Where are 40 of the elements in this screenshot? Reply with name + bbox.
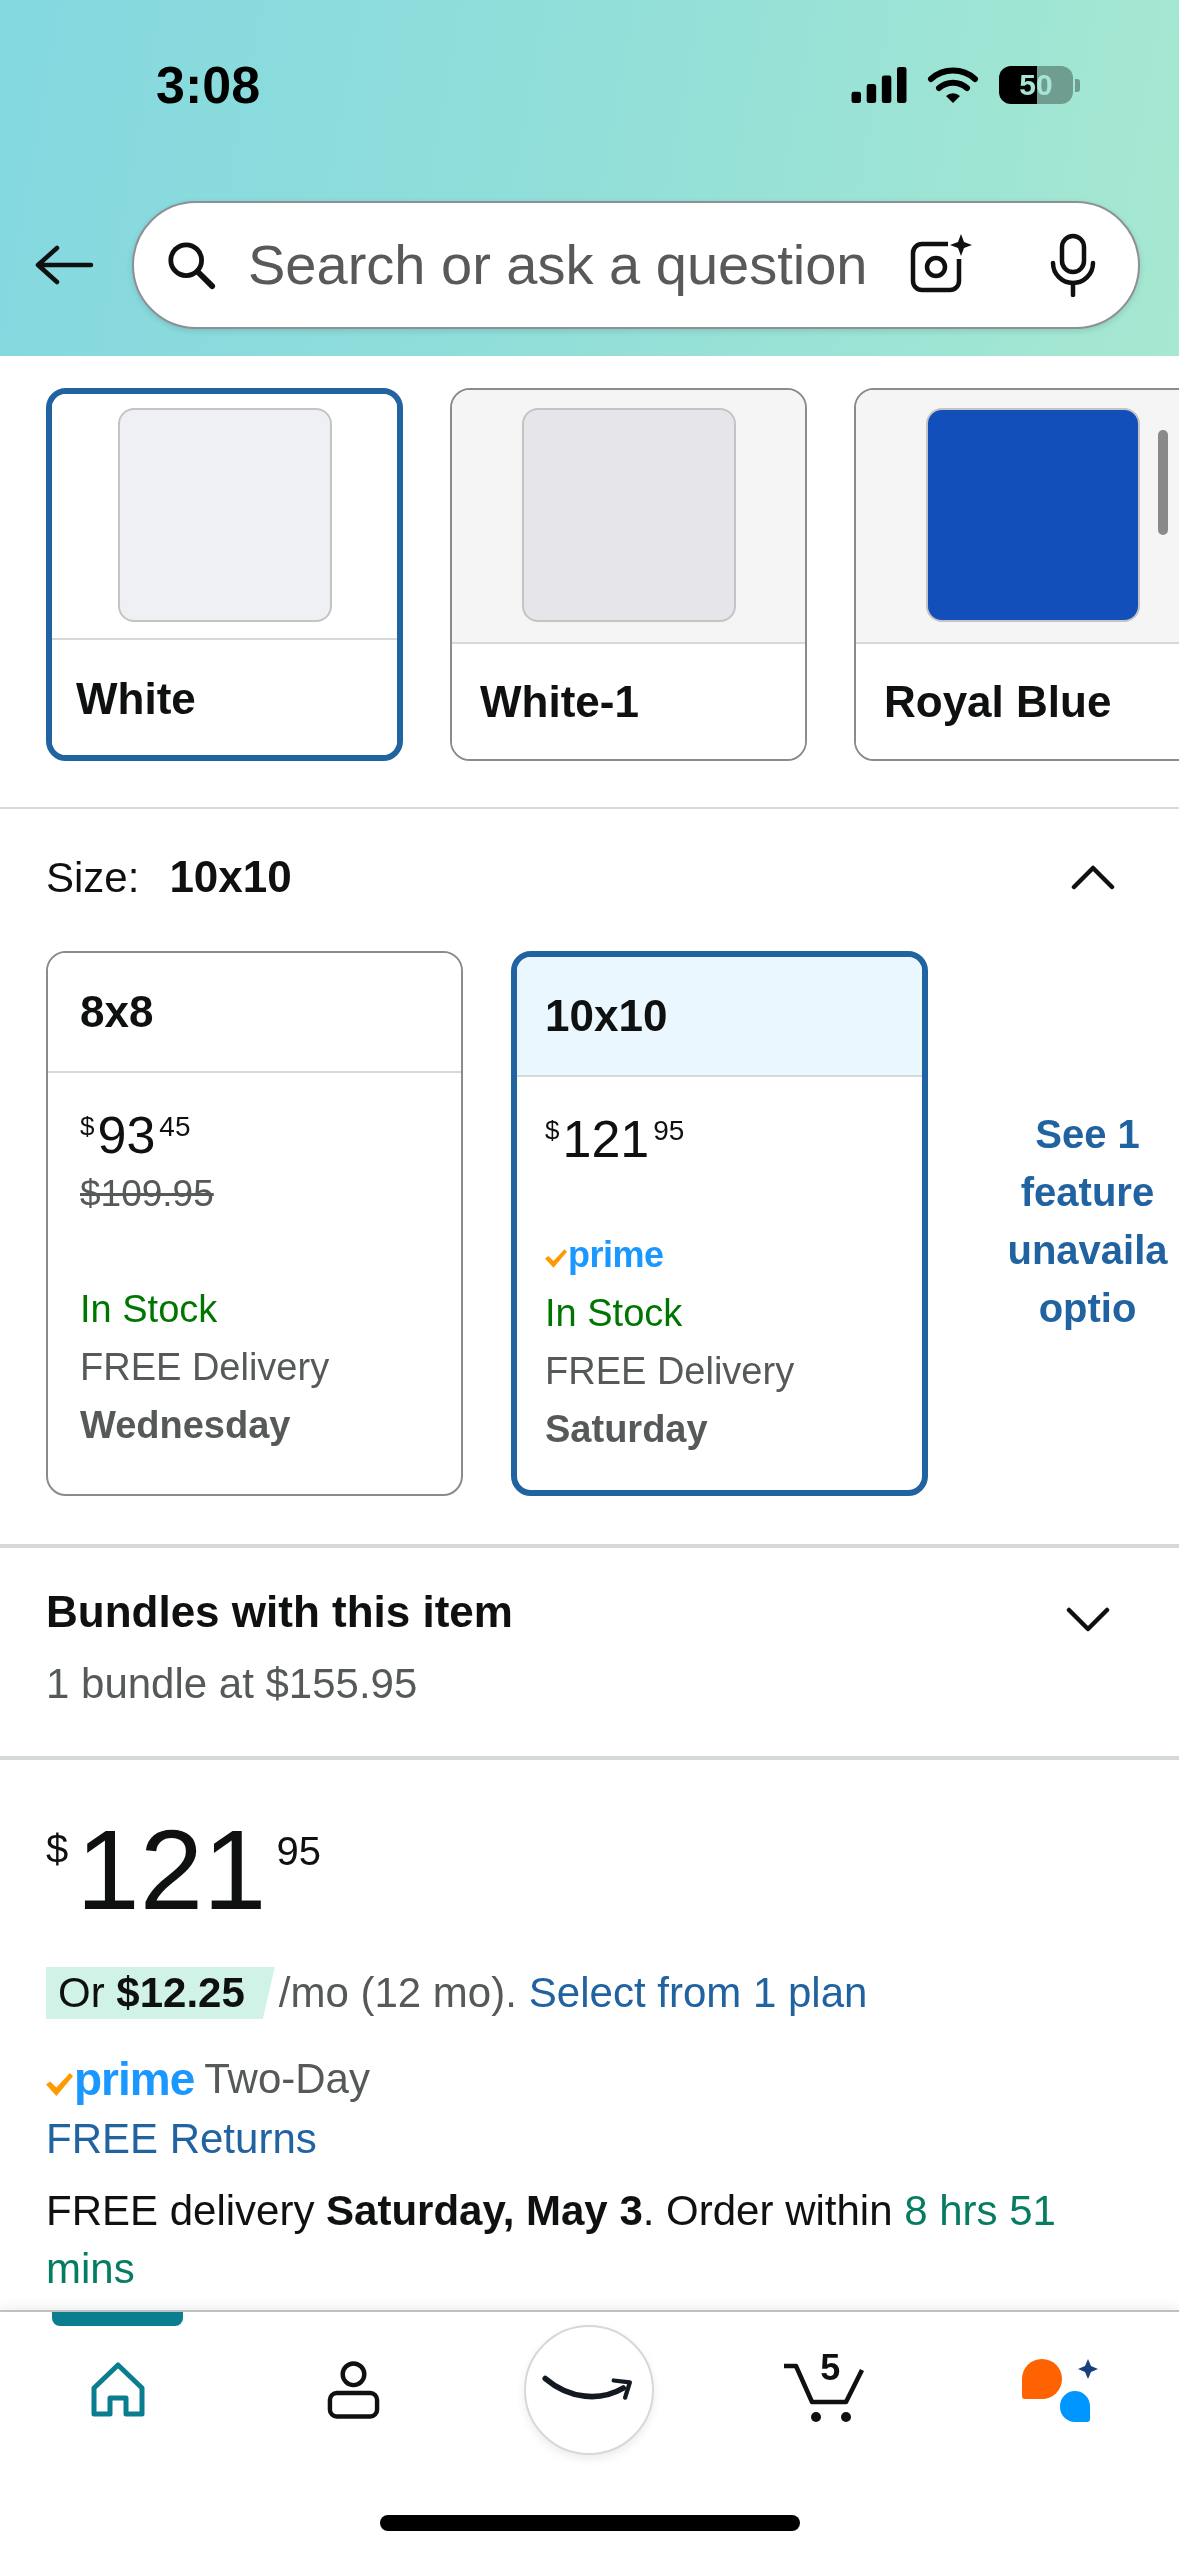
account-tab[interactable]	[326, 2360, 382, 2420]
house-icon	[89, 2362, 146, 2418]
back-arrow-icon[interactable]	[34, 245, 94, 285]
delivery-day: Saturday	[545, 1410, 708, 1448]
shipping-speed: Two-Day	[204, 2058, 370, 2100]
color-option[interactable]: White-1	[450, 388, 807, 761]
stock-status: In Stock	[80, 1290, 218, 1328]
bundles-title: Bundles with this item	[46, 1587, 513, 1637]
selected-size: 10x10	[169, 855, 292, 899]
list-price: $109.95	[80, 1174, 214, 1212]
size-option-label: 8x8	[80, 990, 154, 1034]
search-input[interactable]: Search or ask a question	[248, 229, 902, 301]
status-time: 3:08	[156, 59, 261, 111]
free-returns-link[interactable]: FREE Returns	[46, 2118, 317, 2160]
search-bar[interactable]: Search or ask a question	[132, 201, 1140, 329]
signal-icon	[851, 67, 907, 103]
size-label: Size:	[46, 857, 140, 899]
chevron-down-icon[interactable]	[1066, 1607, 1110, 1633]
home-tab[interactable]	[89, 2362, 146, 2418]
person-icon	[326, 2360, 382, 2420]
installment-badge: Or $12.25	[46, 1967, 275, 2019]
prime-label: prime	[568, 1237, 664, 1273]
size-option-label: 10x10	[545, 994, 668, 1038]
wifi-icon	[927, 66, 979, 104]
check-icon	[545, 1249, 567, 1268]
color-option[interactable]: Royal Blue	[854, 388, 1179, 761]
microphone-icon[interactable]	[1048, 233, 1098, 297]
stock-status: In Stock	[545, 1294, 683, 1332]
more-options-link[interactable]: See 1 feature unavaila optio	[996, 1105, 1179, 1337]
delivery-day: Wednesday	[80, 1406, 291, 1444]
delivery-text: FREE Delivery	[545, 1352, 795, 1390]
color-option[interactable]: White	[46, 388, 403, 761]
chevron-up-icon[interactable]	[1071, 864, 1115, 890]
check-icon	[46, 2073, 73, 2096]
search-icon	[166, 240, 216, 290]
select-plan-link[interactable]: Select from 1 plan	[528, 1972, 868, 2014]
installment-terms: /mo (12 mo).	[278, 1972, 517, 2014]
delivery-text: FREE Delivery	[80, 1348, 330, 1386]
delivery-info: FREE delivery Saturday, May 3. Order within 8 hrs 51 mins	[46, 2186, 1057, 2294]
bundles-summary: 1 bundle at $155.95	[46, 1659, 419, 1709]
